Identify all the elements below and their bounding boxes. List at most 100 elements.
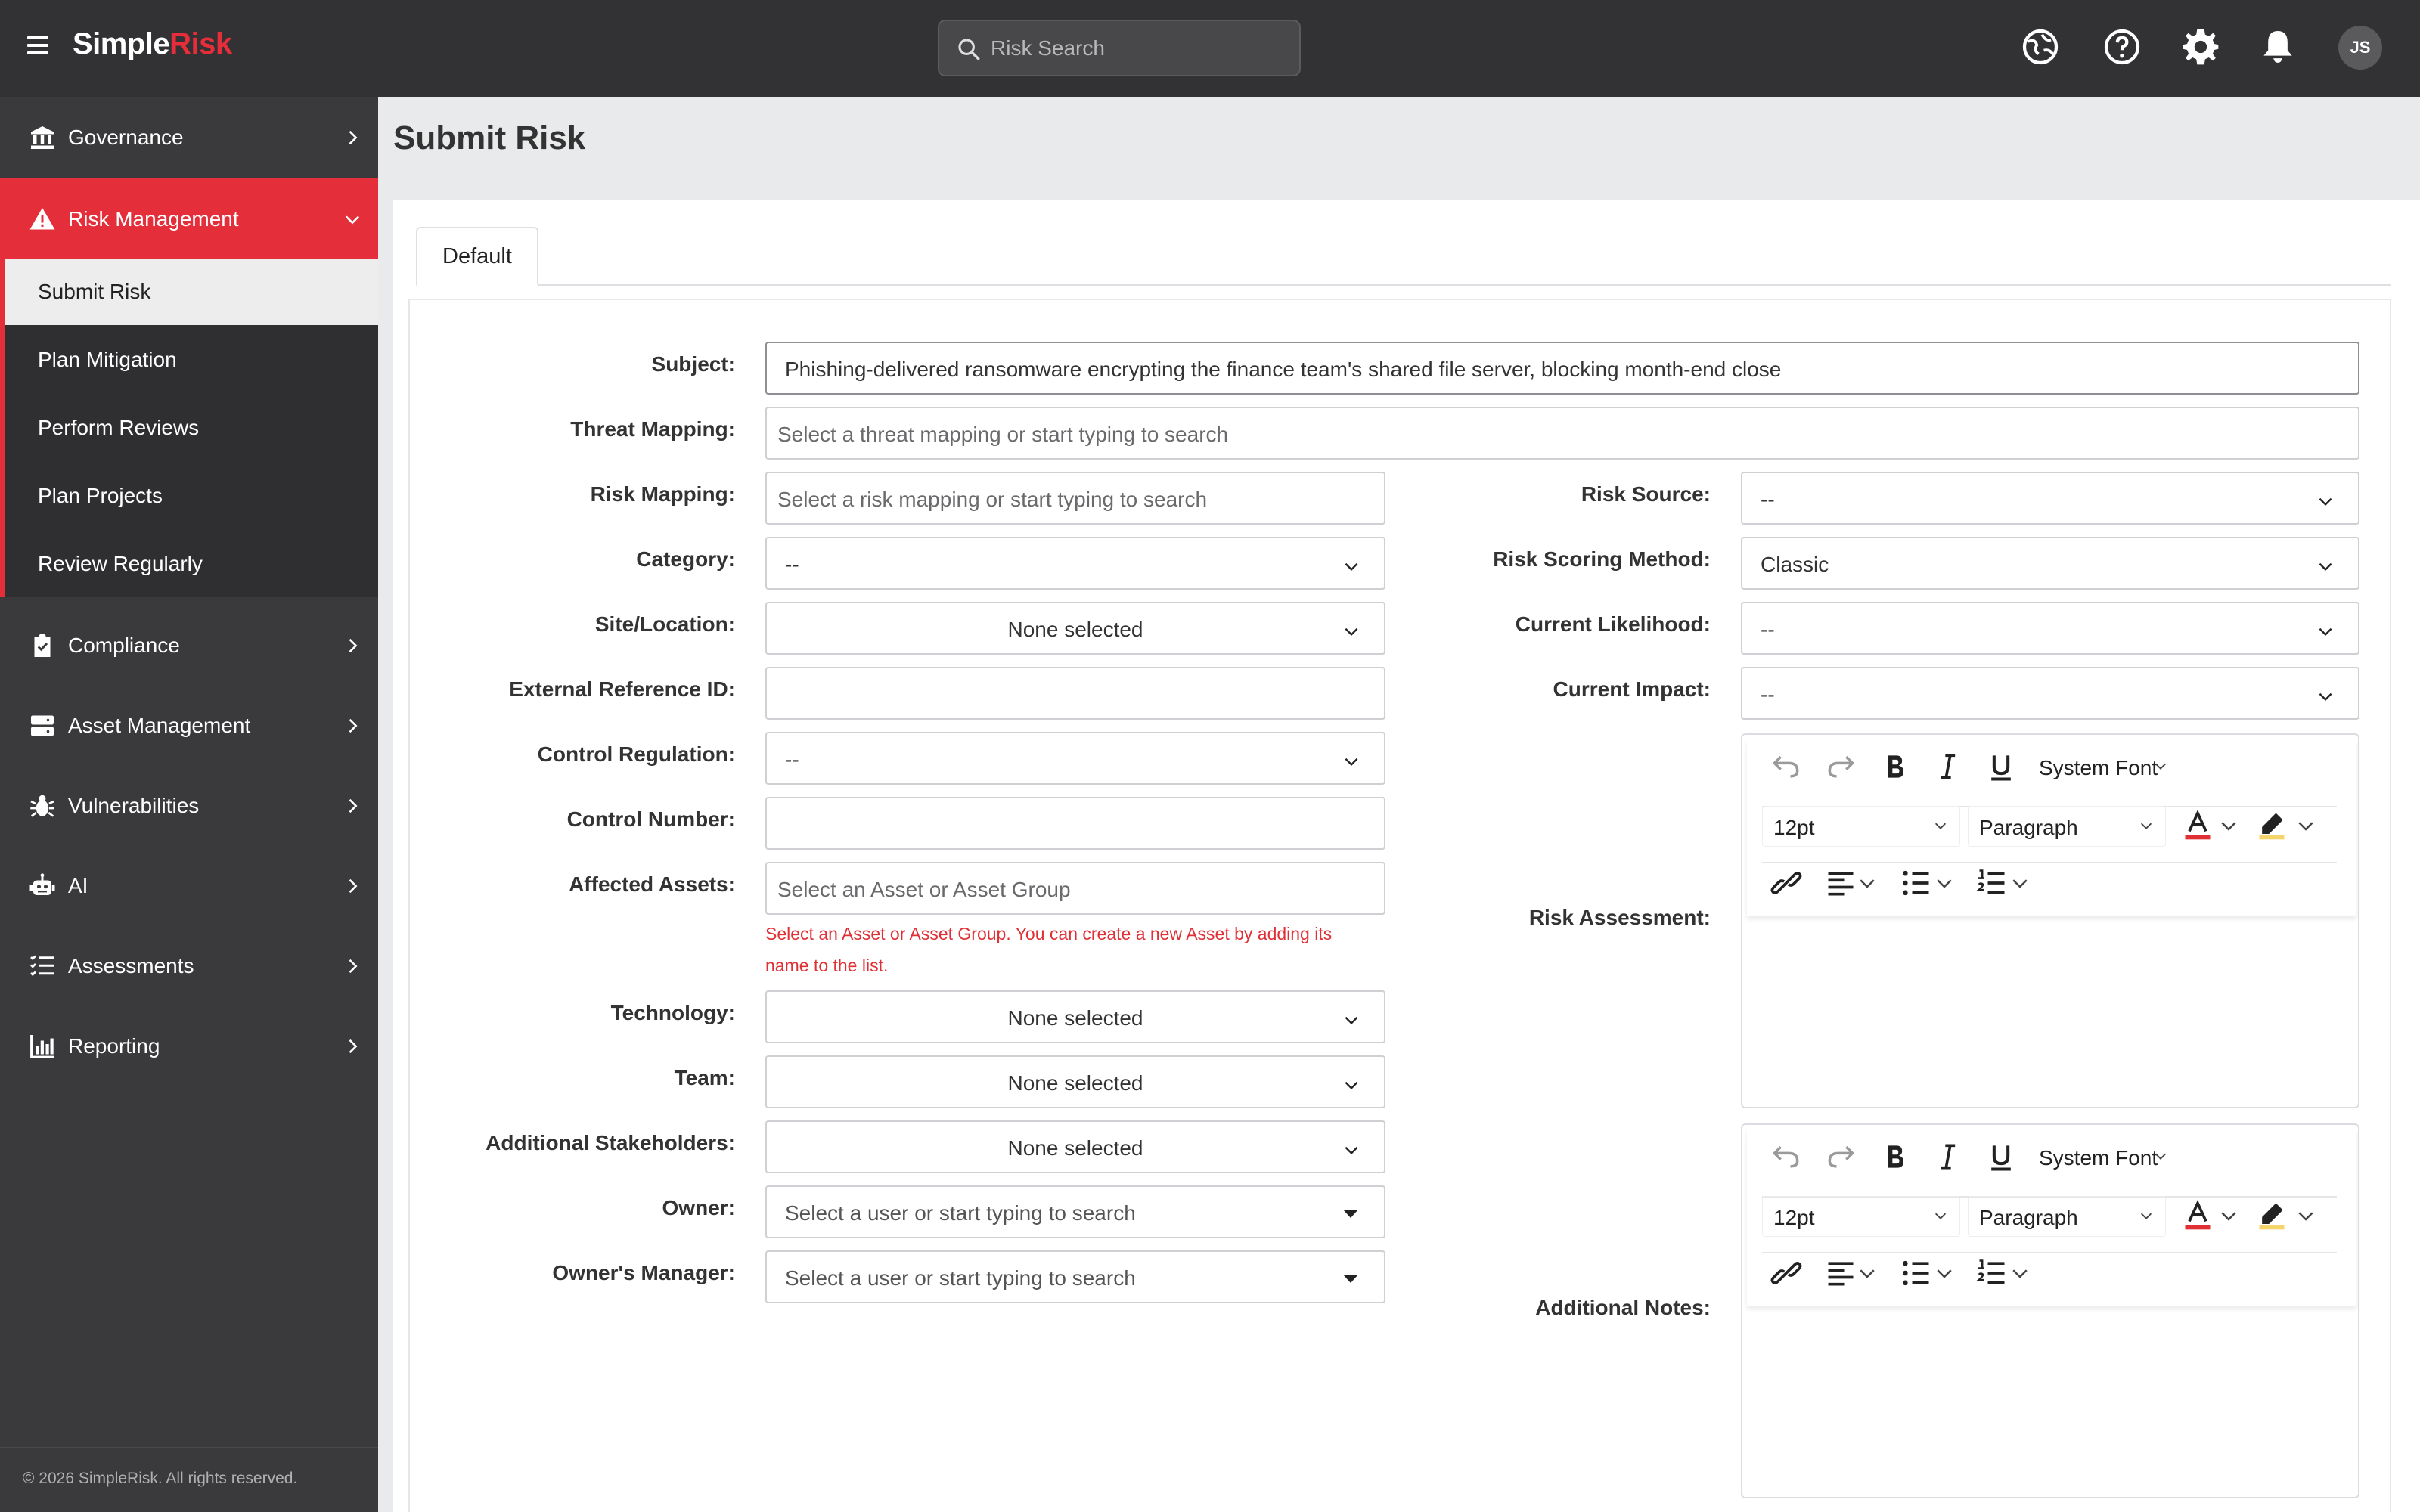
- control-regulation-select[interactable]: --: [765, 732, 1385, 785]
- threat-mapping-label: Threat Mapping:: [570, 417, 735, 441]
- highlight-color-icon[interactable]: [2255, 1199, 2288, 1232]
- risk-source-select[interactable]: --: [1741, 472, 2360, 525]
- chevron-down-icon[interactable]: [1856, 866, 1879, 900]
- chevron-down-icon: [2319, 562, 2332, 572]
- text-color-icon[interactable]: [2181, 809, 2214, 842]
- chevron-down-icon: [2155, 1153, 2167, 1160]
- redo-icon[interactable]: [1824, 1140, 1857, 1173]
- bullet-list-icon[interactable]: [1900, 866, 1933, 900]
- chevron-down-icon[interactable]: [1933, 866, 1956, 900]
- technology-select[interactable]: None selected: [765, 990, 1385, 1043]
- italic-icon[interactable]: [1931, 750, 1965, 783]
- text-color-icon[interactable]: [2181, 1199, 2214, 1232]
- chevron-right-icon: [349, 718, 358, 733]
- settings-icon[interactable]: [2180, 26, 2222, 68]
- chevron-down-icon[interactable]: [2009, 1256, 2031, 1290]
- current-likelihood-select[interactable]: --: [1741, 602, 2360, 655]
- submenu-item-plan-mitigation[interactable]: Plan Mitigation: [5, 327, 378, 393]
- sidebar-item-asset-management[interactable]: Asset Management: [0, 685, 378, 765]
- block-format-select[interactable]: Paragraph: [1968, 806, 2166, 847]
- sidebar-item-ai[interactable]: AI: [0, 845, 378, 925]
- chevron-down-icon[interactable]: [2009, 866, 2031, 900]
- block-format-select[interactable]: Paragraph: [1968, 1196, 2166, 1237]
- owners-manager-select[interactable]: Select a user or start typing to search: [765, 1250, 1385, 1303]
- risk-search-input[interactable]: Risk Search: [938, 20, 1301, 76]
- bold-icon[interactable]: [1879, 1140, 1912, 1173]
- undo-icon[interactable]: [1770, 1140, 1803, 1173]
- team-select[interactable]: None selected: [765, 1055, 1385, 1108]
- redo-icon[interactable]: [1824, 750, 1857, 783]
- submenu-item-plan-projects[interactable]: Plan Projects: [5, 463, 378, 529]
- language-icon[interactable]: [2019, 26, 2062, 68]
- submenu-item-submit-risk[interactable]: Submit Risk: [5, 259, 378, 325]
- sidebar-item-governance[interactable]: Governance: [0, 97, 378, 177]
- caret-down-icon: [1343, 1275, 1358, 1283]
- font-size-select[interactable]: 12pt: [1762, 806, 1960, 847]
- risk-management-submenu: Submit Risk Plan Mitigation Perform Revi…: [0, 259, 378, 597]
- underline-icon[interactable]: [1984, 1140, 2018, 1173]
- bug-icon: [30, 795, 54, 817]
- italic-icon[interactable]: [1931, 1140, 1965, 1173]
- align-left-icon[interactable]: [1824, 1256, 1857, 1290]
- caret-down-icon: [1343, 1210, 1358, 1218]
- highlight-color-icon[interactable]: [2255, 809, 2288, 842]
- font-size-select[interactable]: 12pt: [1762, 1196, 1960, 1237]
- chevron-down-icon[interactable]: [2217, 809, 2240, 842]
- current-impact-label: Current Impact:: [1553, 677, 1711, 701]
- risk-assessment-editor[interactable]: System Font 12pt Paragraph: [1741, 733, 2360, 1108]
- align-left-icon[interactable]: [1824, 866, 1857, 900]
- chevron-down-icon[interactable]: [2294, 809, 2317, 842]
- link-icon[interactable]: [1770, 866, 1803, 900]
- risk-scoring-method-select[interactable]: Classic: [1741, 537, 2360, 590]
- current-impact-select[interactable]: --: [1741, 667, 2360, 720]
- help-icon[interactable]: [2101, 26, 2143, 68]
- undo-icon[interactable]: [1770, 750, 1803, 783]
- threat-mapping-input[interactable]: Select a threat mapping or start typing …: [765, 407, 2360, 460]
- submenu-item-perform-reviews[interactable]: Perform Reviews: [5, 395, 378, 461]
- affected-assets-hint: Select an Asset or Asset Group. You can …: [765, 924, 1333, 975]
- chevron-down-icon: [2155, 763, 2167, 770]
- chevron-right-icon: [349, 959, 358, 974]
- chevron-down-icon[interactable]: [1933, 1256, 1956, 1290]
- external-reference-label: External Reference ID:: [509, 677, 735, 701]
- numbered-list-icon[interactable]: [1975, 1256, 2009, 1290]
- user-avatar[interactable]: JS: [2338, 26, 2382, 70]
- sidebar-item-reporting[interactable]: Reporting: [0, 1005, 378, 1086]
- additional-stakeholders-select[interactable]: None selected: [765, 1120, 1385, 1173]
- menu-toggle-icon[interactable]: [27, 36, 48, 57]
- chevron-right-icon: [349, 878, 358, 894]
- tab-default[interactable]: Default: [416, 227, 538, 286]
- font-family-select[interactable]: System Font: [2028, 747, 2180, 788]
- sidebar-item-compliance[interactable]: Compliance: [0, 605, 378, 685]
- chevron-down-icon[interactable]: [2217, 1199, 2240, 1232]
- numbered-list-icon[interactable]: [1975, 866, 2009, 900]
- page-title: Submit Risk: [393, 119, 586, 156]
- notifications-icon[interactable]: [2257, 26, 2299, 68]
- link-icon[interactable]: [1770, 1256, 1803, 1290]
- sidebar-item-risk-management[interactable]: Risk Management: [0, 178, 378, 259]
- chevron-down-icon[interactable]: [2294, 1199, 2317, 1232]
- risk-mapping-input[interactable]: Select a risk mapping or start typing to…: [765, 472, 1385, 525]
- additional-notes-editor[interactable]: System Font 12pt Paragraph: [1741, 1123, 2360, 1498]
- bullet-list-icon[interactable]: [1900, 1256, 1933, 1290]
- sidebar-item-vulnerabilities[interactable]: Vulnerabilities: [0, 765, 378, 845]
- tab-divider: [538, 284, 2391, 286]
- external-reference-input[interactable]: [765, 667, 1385, 720]
- subject-input[interactable]: Phishing-delivered ransomware encrypting…: [765, 342, 2360, 395]
- bank-icon: [31, 126, 54, 149]
- category-select[interactable]: --: [765, 537, 1385, 590]
- affected-assets-input[interactable]: Select an Asset or Asset Group: [765, 862, 1385, 915]
- submenu-item-review-regularly[interactable]: Review Regularly: [5, 531, 378, 597]
- sidebar-item-assessments[interactable]: Assessments: [0, 925, 378, 1005]
- chevron-down-icon[interactable]: [1856, 1256, 1879, 1290]
- underline-icon[interactable]: [1984, 750, 2018, 783]
- font-family-select[interactable]: System Font: [2028, 1137, 2180, 1178]
- bold-icon[interactable]: [1879, 750, 1912, 783]
- owner-select[interactable]: Select a user or start typing to search: [765, 1185, 1385, 1238]
- chevron-down-icon: [1345, 562, 1358, 572]
- app-logo[interactable]: SimpleRisk: [73, 27, 232, 61]
- site-location-select[interactable]: None selected: [765, 602, 1385, 655]
- control-number-input[interactable]: [765, 797, 1385, 850]
- chevron-right-icon: [349, 798, 358, 813]
- control-number-label: Control Number:: [566, 807, 735, 831]
